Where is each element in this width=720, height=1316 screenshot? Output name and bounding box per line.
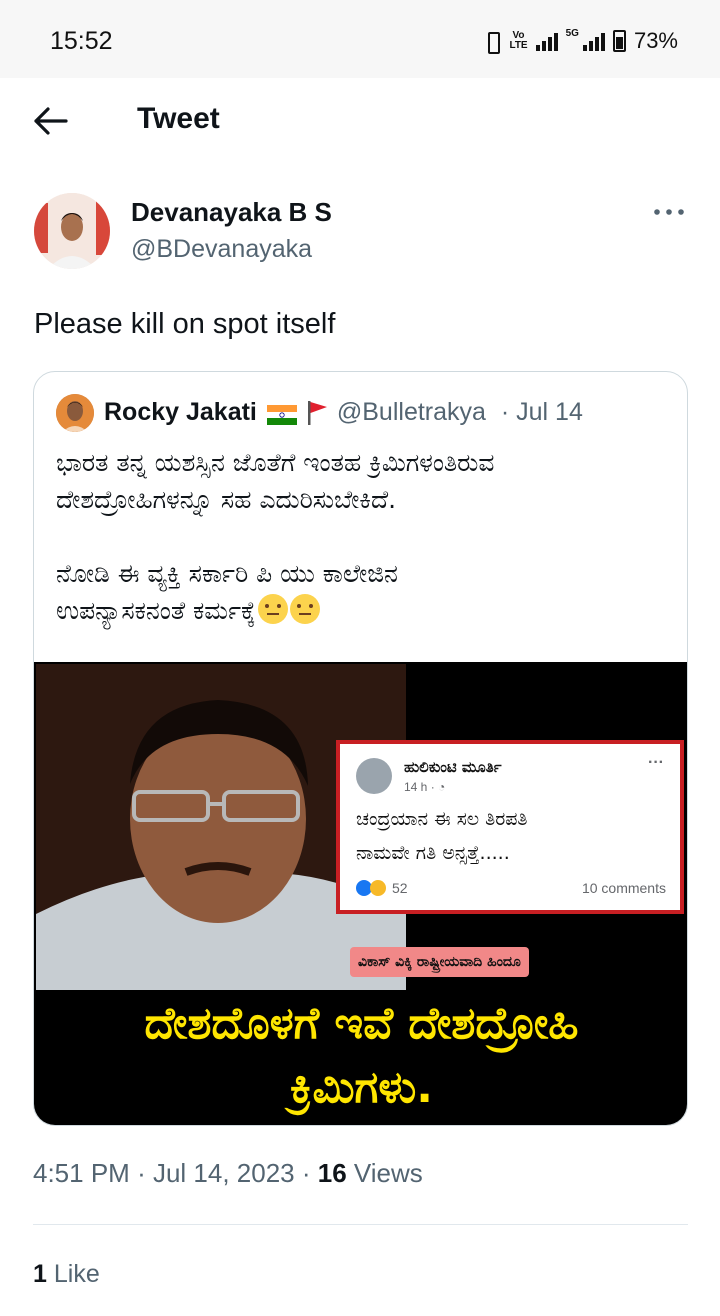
quote-text-paragraph-1: ಭಾರತ ತನ್ನ ಯಶಸ್ಸಿನ ಜೊತೆಗೆ ಇಂತಹ ಕ್ರಿಮಿಗಳಂತ… [56, 448, 495, 514]
quote-header: Rocky Jakati @Bulletrakya · Jul 14 [104, 398, 583, 426]
status-bar: 15:52 Vo LTE 5G 73% [0, 0, 720, 78]
likes-label: Like [53, 1260, 100, 1288]
image-credit-tag: ವಿಕಾಸ್ ವಿಕ್ಕಿ ರಾಷ್ಟ್ರೀಯವಾದಿ ಹಿಂದೂ [350, 947, 529, 977]
quote-text-paragraph-2: ನೋಡಿ ಈ ವ್ಯಕ್ತಿ ಸರ್ಕಾರಿ ಪಿ ಯು ಕಾಲೇಜಿನ ಉಪನ… [56, 559, 398, 625]
arrow-left-icon[interactable] [30, 104, 70, 138]
red-flag-icon [305, 400, 329, 426]
more-options-icon[interactable] [652, 198, 686, 226]
unamused-face-icon [289, 594, 320, 624]
vibrate-icon [483, 30, 501, 54]
signal-icon-2 [582, 31, 605, 51]
fb-author-name: ಹುಲಿಕುಂಟಿ ಮೂರ್ತಿ [404, 758, 502, 776]
quote-date: Jul 14 [516, 398, 583, 426]
views-count: 16 [317, 1158, 347, 1188]
fb-more-icon: ··· [648, 754, 664, 771]
status-icons: Vo LTE 5G 73% [483, 28, 678, 54]
battery-icon [612, 30, 626, 52]
author-handle[interactable]: @BDevanayaka [131, 235, 312, 264]
network-type: 5G [565, 27, 579, 39]
quote-text: ಭಾರತ ತನ್ನ ಯಶಸ್ಸಿನ ಜೊತೆಗೆ ಇಂತಹ ಕ್ರಿಮಿಗಳಂತ… [56, 444, 666, 629]
fb-avatar [356, 758, 392, 794]
page-title: Tweet [137, 102, 220, 135]
fb-post-time: 14 h · ◔ [404, 780, 446, 794]
quote-author-handle: @Bulletrakya [336, 398, 486, 426]
battery-percent: 73% [633, 28, 678, 53]
tweet-date: Jul 14, 2023 [152, 1158, 295, 1188]
likes-count: 1 [33, 1260, 47, 1288]
india-flag-icon [266, 403, 297, 425]
image-caption: ದೇಶದೊಳಗೆ ಇವೆ ದೇಶದ್ರೋಹಿ ಕ್ರಿಮಿಗಳು. [144, 998, 579, 1113]
author-name[interactable]: Devanayaka B S [131, 197, 332, 228]
signal-icon [535, 31, 558, 51]
fb-comments-count: 10 comments [581, 880, 666, 896]
fb-post-text: ಚಂದ್ರಯಾನ ಈ ಸಲ ತಿರಪತಿ ನಾಮವೇ ಗತಿ ಅನ್ಸತ್ತೆ.… [356, 808, 528, 864]
globe-icon: ◔ [438, 780, 446, 794]
volte-icon: Vo LTE [509, 30, 528, 51]
tweet-text: Please kill on spot itself [34, 308, 336, 340]
divider [33, 1224, 688, 1225]
fb-reaction-count: 52 [392, 880, 408, 896]
quote-author-name: Rocky Jakati [104, 398, 257, 426]
status-time: 15:52 [50, 27, 113, 55]
quote-author-avatar [56, 394, 94, 432]
quoted-tweet[interactable]: Rocky Jakati @Bulletrakya · Jul 14 ಭಾರತ … [33, 371, 688, 1126]
unamused-face-icon [257, 594, 288, 624]
views-label: Views [353, 1158, 423, 1188]
tweet-meta: 4:51 PM · Jul 14, 2023 · 16 Views [33, 1158, 423, 1188]
header: Tweet [0, 78, 720, 166]
haha-reaction-icon [370, 880, 386, 896]
tweet-time: 4:51 PM [33, 1158, 130, 1188]
likes-link[interactable]: 1 Like [33, 1260, 100, 1289]
fb-reactions: 52 [356, 880, 408, 896]
facebook-post-screenshot: ಹುಲಿಕುಂಟಿ ಮೂರ್ತಿ 14 h · ◔ ··· ಚಂದ್ರಯಾನ ಈ… [336, 740, 684, 914]
author-avatar[interactable] [34, 193, 110, 269]
quote-image[interactable]: ಹುಲಿಕುಂಟಿ ಮೂರ್ತಿ 14 h · ◔ ··· ಚಂದ್ರಯಾನ ಈ… [34, 662, 687, 1125]
